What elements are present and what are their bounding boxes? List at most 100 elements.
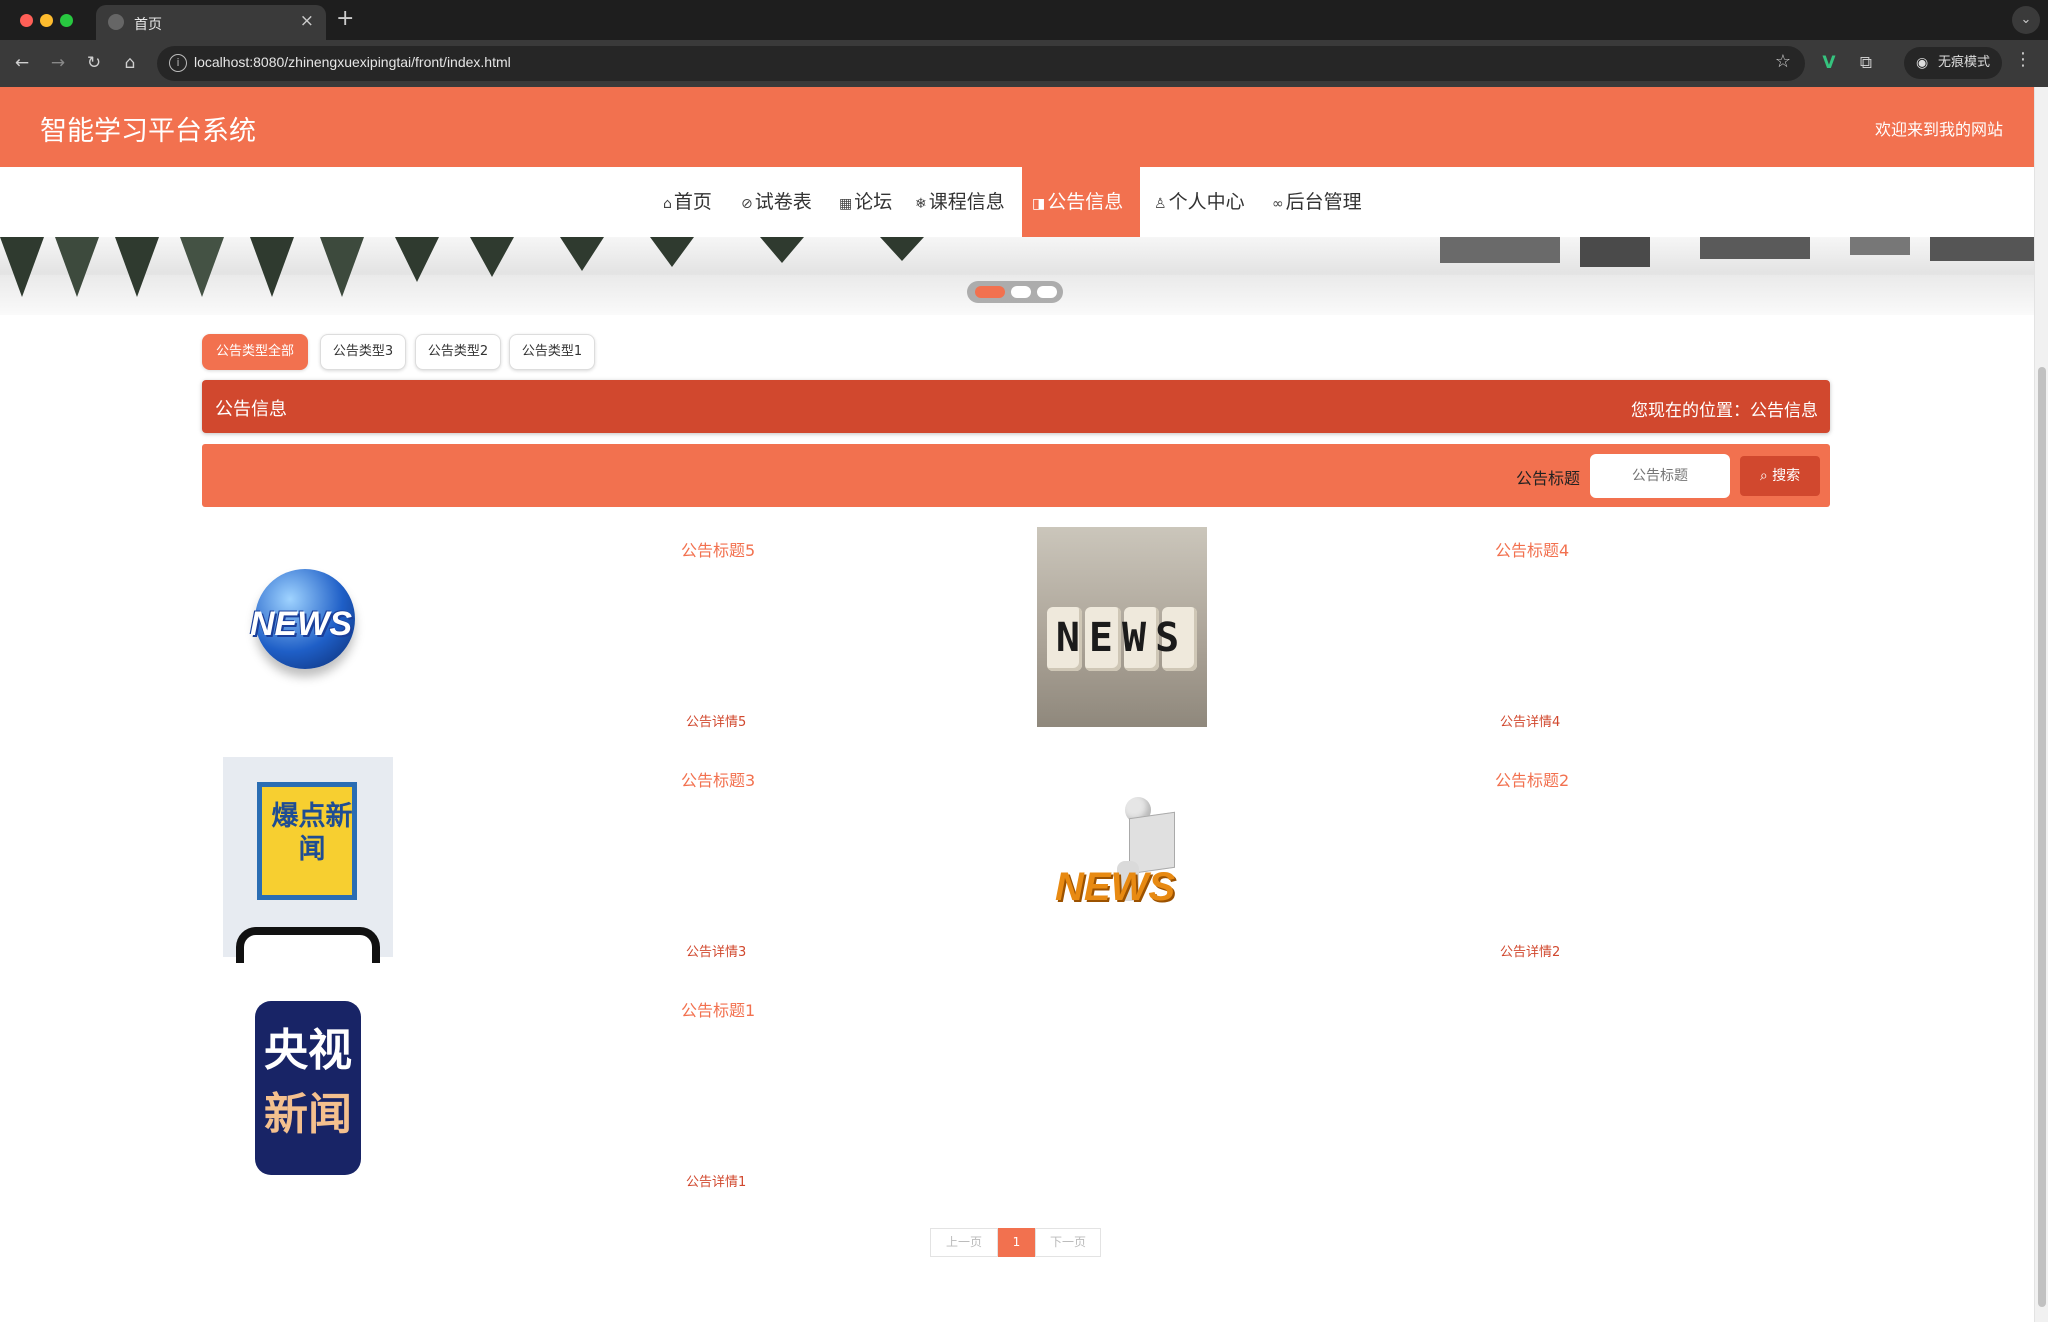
notice-title[interactable]: 公告标题5 [681,537,755,561]
vue-devtools-extension-icon[interactable]: V [1815,49,1843,77]
search-icon: ⌕ [1759,468,1768,484]
notice-title[interactable]: 公告标题1 [681,997,755,1021]
minimize-window-button[interactable] [40,14,53,27]
section-title: 公告信息 [215,399,287,420]
banner-tree [650,237,694,267]
address-bar[interactable]: i localhost:8080/zhinengxuexipingtai/fro… [157,46,1805,81]
browser-toolbar: ← → ↻ ⌂ i localhost:8080/zhinengxuexipin… [0,40,2048,87]
globe-icon [108,14,124,30]
reload-button[interactable]: ↻ [80,49,108,77]
incognito-icon: ◉ [1916,55,1929,71]
nav-label: 试卷表 [754,191,812,213]
banner-building [1930,237,2034,261]
back-button[interactable]: ← [8,49,36,77]
nav-label: 课程信息 [928,191,1005,213]
notice-thumbnail[interactable]: NEWS [223,527,393,727]
notice-title[interactable]: 公告标题3 [681,767,755,791]
globe-news-text: NEWS [250,605,352,643]
paperclip-icon: ⊘ [741,196,753,212]
page-viewport: 智能学习平台系统 欢迎来到我的网站 ⌂ 首页 ⊘ 试卷表 ▦ 论坛 ❄ 课程信息 ◨ 公告… [0,87,2034,1322]
poster-text: 爆点新闻 [271,801,353,865]
carousel-dot[interactable] [1037,286,1057,298]
url-text: localhost:8080/zhinengxuexipingtai/front… [194,54,511,70]
site-header: 智能学习平台系统 欢迎来到我的网站 [0,87,2034,167]
banner-carousel[interactable] [0,237,2034,315]
browser-tab-strip: 首页 × + ⌄ [0,0,2048,40]
nav-item-admin[interactable]: ∞ 后台管理 [1272,167,1362,237]
page-scrollbar[interactable] [2034,87,2048,1322]
banner-tree [250,237,294,297]
megaphone-icon: ◨ [1032,196,1046,212]
notice-title[interactable]: 公告标题4 [1495,537,1569,561]
list-item[interactable]: NEWS 公告标题4 公告详情4 [1037,527,1837,737]
banner-tree [180,237,224,297]
banner-tree [115,237,159,297]
search-button[interactable]: ⌕ 搜索 [1740,456,1820,496]
search-bar: 公告标题 ⌕ 搜索 [202,444,1830,507]
site-info-icon[interactable]: i [169,54,187,72]
bookmark-star-icon[interactable]: ☆ [1775,51,1791,72]
close-tab-icon[interactable]: × [300,11,314,31]
list-item[interactable]: 央视 新闻 公告标题1 公告详情1 [223,987,1023,1197]
incognito-indicator[interactable]: ◉ 无痕模式 [1904,47,2002,79]
page-number-current[interactable]: 1 [998,1228,1035,1257]
browser-tab[interactable]: 首页 × [96,5,326,40]
current-position: 您现在的位置：公告信息 [1631,401,1818,421]
notice-title[interactable]: 公告标题2 [1495,767,1569,791]
nav-label: 公告信息 [1047,191,1124,213]
home-icon: ⌂ [663,196,672,212]
logo-line1: 央视 [264,1025,352,1076]
nav-item-notices[interactable]: ◨ 公告信息 [1022,167,1140,237]
main-nav: ⌂ 首页 ⊘ 试卷表 ▦ 论坛 ❄ 课程信息 ◨ 公告信息 ♙ 个人中心 ∞ 后台管理 [0,167,2034,237]
nav-item-forum[interactable]: ▦ 论坛 [839,167,892,237]
notice-thumbnail[interactable]: NEWS [1037,757,1207,957]
snowflake-icon: ❄ [915,196,927,212]
next-page-button[interactable]: 下一页 [1035,1228,1101,1257]
extensions-puzzle-icon[interactable]: ⧉ [1852,49,1880,77]
filter-type-2[interactable]: 公告类型2 [415,334,501,370]
prev-page-button[interactable]: 上一页 [930,1228,998,1257]
banner-building [1850,237,1910,255]
carousel-dot-active[interactable] [975,286,1005,298]
search-input[interactable] [1590,454,1730,498]
site-title: 智能学习平台系统 [40,116,256,147]
banner-building [1440,237,1560,263]
notice-thumbnail[interactable]: 央视 新闻 [223,987,393,1187]
dice-news-text: NEWS [1055,615,1189,661]
banner-tree [880,237,924,261]
banner-tree [0,237,44,297]
filter-type-1[interactable]: 公告类型1 [509,334,595,370]
browser-menu-icon[interactable]: ⋮ [2014,49,2032,70]
notice-thumbnail[interactable]: NEWS [1037,527,1207,727]
banner-tree [395,237,439,282]
carousel-indicators [967,281,1063,303]
link-icon: ∞ [1272,196,1284,212]
user-icon: ♙ [1154,196,1167,212]
filter-all-types[interactable]: 公告类型全部 [202,334,308,370]
list-item[interactable]: NEWS 公告标题5 公告详情5 [223,527,1023,737]
notice-detail: 公告详情3 [686,945,747,960]
banner-tree [320,237,364,297]
banner-tree [470,237,514,277]
close-window-button[interactable] [20,14,33,27]
nav-item-profile[interactable]: ♙ 个人中心 [1154,167,1245,237]
home-button[interactable]: ⌂ [116,49,144,77]
new-tab-button[interactable]: + [336,6,354,31]
notice-thumbnail[interactable]: 爆点新闻 [223,757,393,963]
maximize-window-button[interactable] [60,14,73,27]
notice-detail: 公告详情2 [1500,945,1561,960]
scrollbar-thumb[interactable] [2038,367,2046,1307]
nav-label: 后台管理 [1285,191,1362,213]
forward-button[interactable]: → [44,49,72,77]
nav-item-home[interactable]: ⌂ 首页 [661,167,714,237]
list-item[interactable]: NEWS 公告标题2 公告详情2 [1037,757,1837,967]
list-item[interactable]: 爆点新闻 公告标题3 公告详情3 [223,757,1023,967]
carousel-dot[interactable] [1011,286,1031,298]
filter-type-3[interactable]: 公告类型3 [320,334,406,370]
banner-tree [560,237,604,271]
nav-item-courses[interactable]: ❄ 课程信息 [915,167,1005,237]
nav-item-exam-papers[interactable]: ⊘ 试卷表 [741,167,812,237]
tab-search-button[interactable]: ⌄ [2012,6,2040,34]
banner-tree [760,237,804,263]
incognito-label: 无痕模式 [1938,55,1991,70]
